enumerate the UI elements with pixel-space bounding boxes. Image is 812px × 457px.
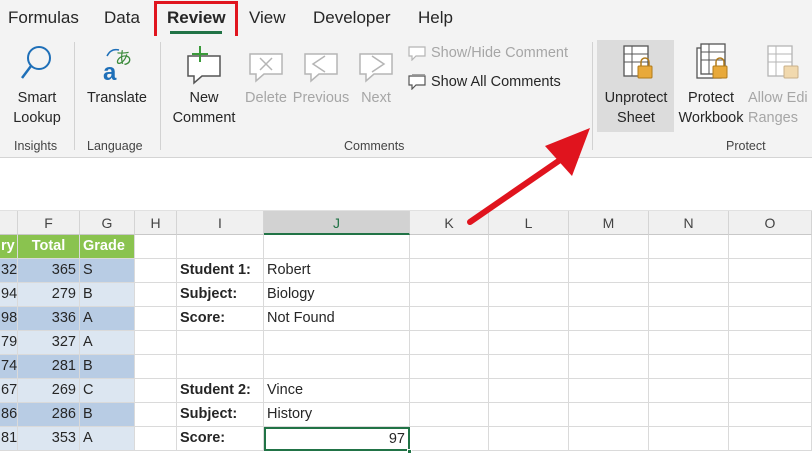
annotation-arrow bbox=[467, 128, 590, 225]
